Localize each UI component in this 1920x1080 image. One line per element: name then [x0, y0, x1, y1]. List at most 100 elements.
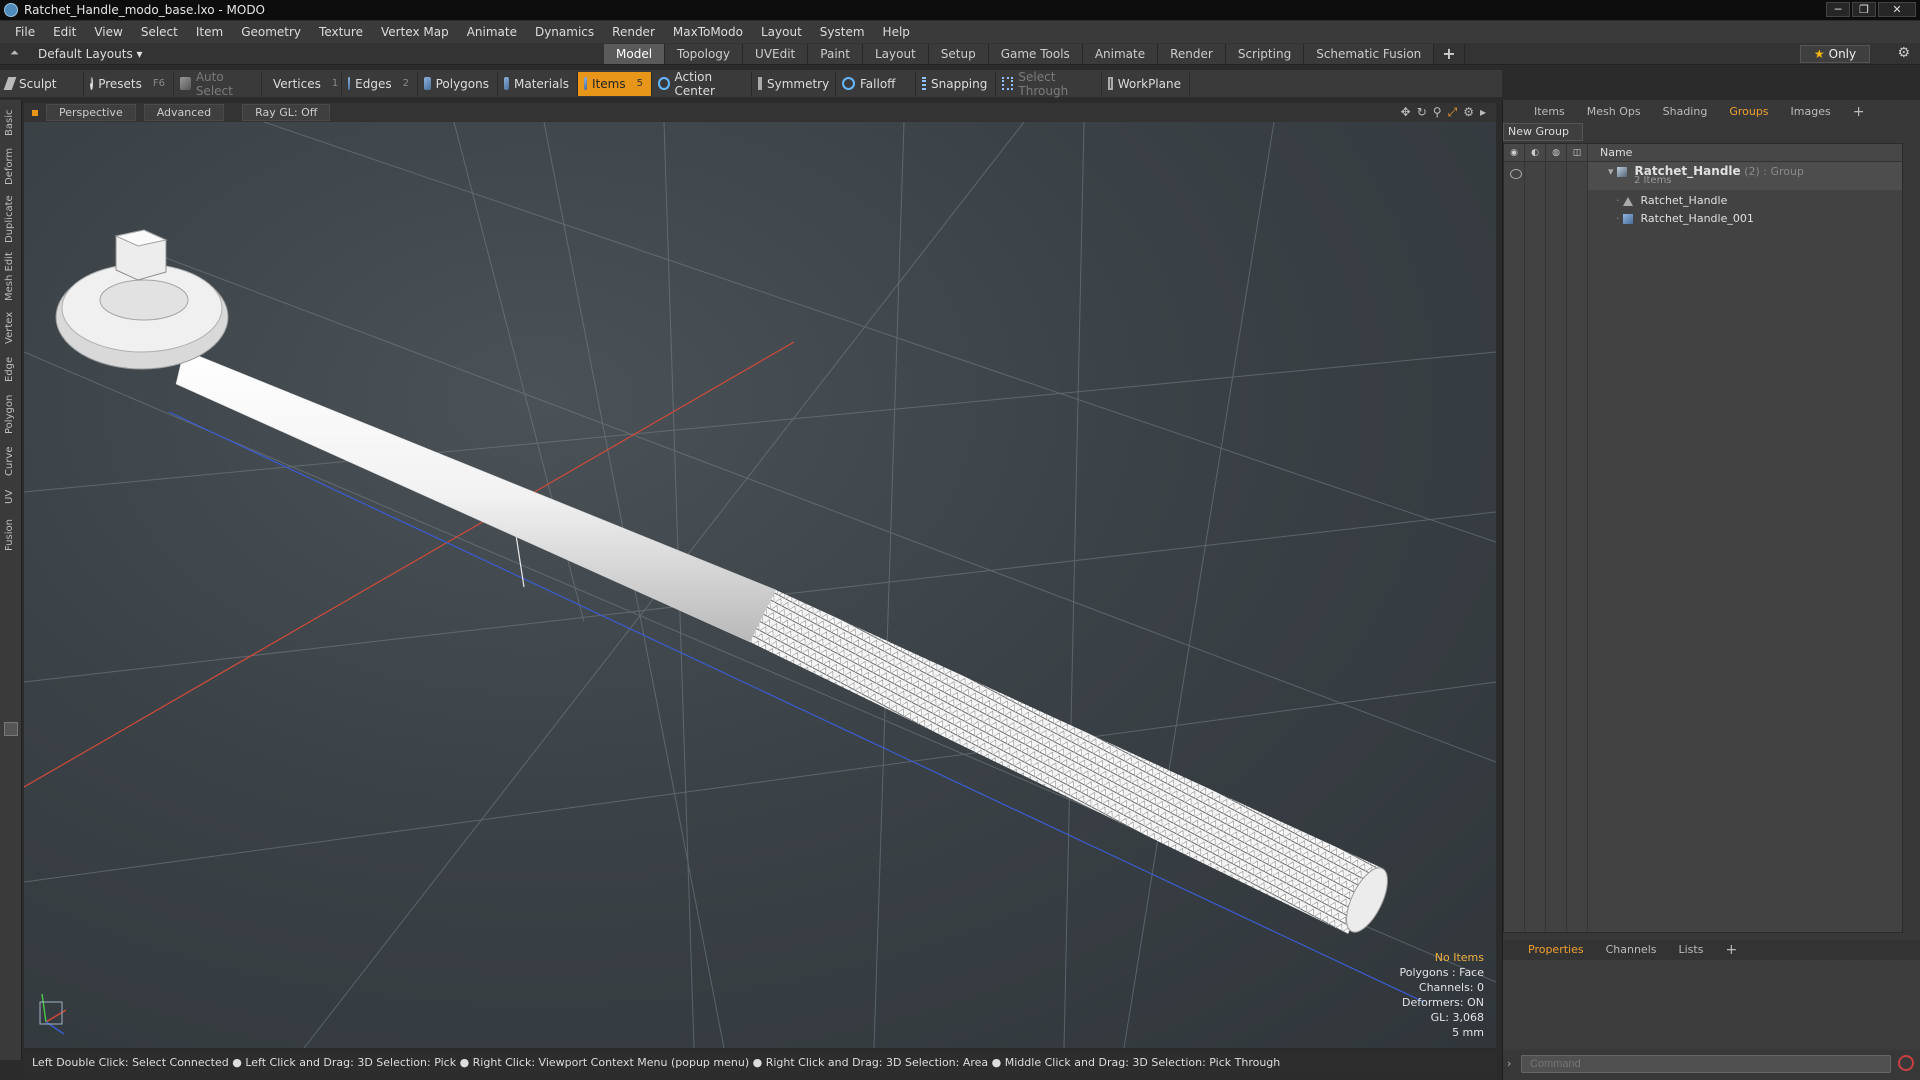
vtab-mesh-edit[interactable]: Mesh Edit [4, 252, 18, 302]
select-column-icon[interactable]: ◫ [1567, 143, 1588, 162]
tree-item-ratchet-handle-001[interactable]: · Ratchet_Handle_001 [1588, 210, 1902, 228]
menu-system[interactable]: System [811, 25, 874, 39]
add-properties-tab-button[interactable]: + [1714, 940, 1748, 960]
vtab-duplicate[interactable]: Duplicate [4, 194, 18, 244]
vtab-uv[interactable]: UV [4, 486, 18, 508]
auto-select-button[interactable]: Auto Select [174, 70, 262, 98]
command-input[interactable] [1521, 1055, 1891, 1073]
expand-arrow-icon[interactable]: ▾ [1608, 165, 1614, 178]
rotate-icon[interactable]: ↻ [1417, 105, 1427, 120]
new-group-button[interactable]: New Group [1503, 123, 1583, 141]
toolbox-toggle-button[interactable] [4, 722, 18, 736]
maximize-button[interactable]: ❐ [1852, 2, 1876, 17]
select-through-button[interactable]: Select Through [996, 70, 1102, 98]
polygons-button[interactable]: Polygons [418, 71, 498, 96]
info-channels: Channels: 0 [1418, 981, 1484, 994]
3d-viewport[interactable]: No Items Polygons : Face Channels: 0 Def… [24, 122, 1496, 1048]
tree-item-ratchet-handle[interactable]: · Ratchet_Handle [1588, 192, 1902, 210]
vertices-button[interactable]: Vertices 1 [262, 71, 342, 96]
tab-model[interactable]: Model [604, 44, 666, 64]
right-panel-tabs: Items Mesh Ops Shading Groups Images + [1503, 102, 1920, 122]
tab-paint[interactable]: Paint [808, 44, 863, 64]
materials-button[interactable]: Materials [498, 71, 578, 96]
menu-layout[interactable]: Layout [752, 25, 811, 39]
menu-item[interactable]: Item [187, 25, 232, 39]
vtab-curve[interactable]: Curve [4, 444, 18, 478]
tab-items[interactable]: Items [1523, 102, 1576, 122]
tab-shading[interactable]: Shading [1652, 102, 1719, 122]
action-center-button[interactable]: Action Center [652, 70, 752, 98]
zoom-icon[interactable]: ⚲ [1433, 105, 1442, 120]
vtab-deform[interactable]: Deform [4, 146, 18, 186]
pan-icon[interactable]: ✥ [1401, 105, 1411, 120]
raygl-button[interactable]: Ray GL: Off [242, 104, 331, 121]
viewport-settings-icon[interactable]: ⚙ [1463, 105, 1474, 120]
vtab-fusion[interactable]: Fusion [4, 516, 18, 554]
tab-setup[interactable]: Setup [928, 44, 989, 64]
shading-mode-button[interactable]: Advanced [143, 104, 225, 121]
group-row[interactable]: ▾ Ratchet_Handle (2) : Group 2 Items [1588, 162, 1902, 190]
view-type-button[interactable]: Perspective [46, 104, 136, 121]
tab-mesh-ops[interactable]: Mesh Ops [1576, 102, 1652, 122]
tab-animate[interactable]: Animate [1082, 44, 1159, 64]
tab-layout[interactable]: Layout [862, 44, 929, 64]
modo-app-icon [4, 3, 18, 17]
lock-column-icon[interactable]: ◍ [1546, 143, 1567, 162]
items-button[interactable]: Items 5 [578, 71, 652, 96]
menu-animate[interactable]: Animate [458, 25, 526, 39]
snapping-button[interactable]: Snapping [916, 71, 996, 96]
gear-icon[interactable]: ⚙ [1897, 45, 1910, 61]
viewport-more-icon[interactable]: ▸ [1480, 105, 1486, 120]
name-column-header[interactable]: Name [1588, 146, 1632, 159]
vtab-basic[interactable]: Basic [4, 106, 18, 140]
tab-schematic-fusion[interactable]: Schematic Fusion [1304, 44, 1435, 64]
menu-view[interactable]: View [85, 25, 131, 39]
main-toolbar: Sculpt Presets F6 Auto Select Vertices 1 E… [0, 69, 1502, 98]
menu-texture[interactable]: Texture [310, 25, 372, 39]
minimize-button[interactable]: ─ [1826, 2, 1850, 17]
menu-edit[interactable]: Edit [44, 25, 85, 39]
tab-render[interactable]: Render [1158, 44, 1226, 64]
tab-scripting[interactable]: Scripting [1225, 44, 1305, 64]
menu-dynamics[interactable]: Dynamics [526, 25, 603, 39]
command-history-icon[interactable] [1898, 1055, 1914, 1071]
tab-topology[interactable]: Topology [665, 44, 744, 64]
menu-render[interactable]: Render [603, 25, 664, 39]
vtab-edge[interactable]: Edge [4, 354, 18, 384]
group-visibility-eye-icon[interactable] [1510, 169, 1522, 179]
menu-select[interactable]: Select [132, 25, 187, 39]
falloff-button[interactable]: Falloff [836, 71, 916, 96]
symmetry-button[interactable]: Symmetry [752, 71, 836, 96]
tab-uvedit[interactable]: UVEdit [743, 44, 809, 64]
tab-properties[interactable]: Properties [1517, 940, 1595, 960]
render-column-icon[interactable]: ◐ [1525, 143, 1546, 162]
layout-bar: ⏶ Default Layouts ▾ Model Topology UVEdi… [0, 43, 1920, 65]
menu-file[interactable]: File [6, 25, 44, 39]
sculpt-button[interactable]: Sculpt [0, 71, 84, 96]
presets-button[interactable]: Presets F6 [84, 71, 174, 96]
close-button[interactable]: ✕ [1878, 2, 1916, 17]
add-panel-tab-button[interactable]: + [1842, 102, 1876, 122]
sculpt-label: Sculpt [19, 76, 57, 91]
tab-game-tools[interactable]: Game Tools [988, 44, 1083, 64]
fit-icon[interactable]: ⤢ [1448, 105, 1458, 120]
workplane-button[interactable]: WorkPlane [1102, 71, 1190, 96]
command-expand-icon[interactable]: › [1507, 1057, 1511, 1070]
layout-collapse-icon[interactable]: ⏶ [10, 46, 19, 60]
layout-dropdown[interactable]: Default Layouts ▾ [38, 47, 143, 61]
menu-maxtomodo[interactable]: MaxToModo [664, 25, 752, 39]
visibility-column-icon[interactable]: ◉ [1504, 143, 1525, 162]
edges-button[interactable]: Edges 2 [342, 71, 418, 96]
tab-groups[interactable]: Groups [1718, 102, 1779, 122]
tab-lists[interactable]: Lists [1668, 940, 1715, 960]
tab-channels[interactable]: Channels [1595, 940, 1668, 960]
viewport-menu-icon[interactable] [32, 109, 38, 116]
tab-images[interactable]: Images [1780, 102, 1842, 122]
menu-vertex-map[interactable]: Vertex Map [372, 25, 458, 39]
vtab-vertex[interactable]: Vertex [4, 310, 18, 346]
vtab-polygon[interactable]: Polygon [4, 392, 18, 436]
add-tab-button[interactable]: + [1434, 44, 1465, 64]
menu-help[interactable]: Help [874, 25, 919, 39]
only-button[interactable]: ★ Only [1800, 45, 1870, 63]
menu-geometry[interactable]: Geometry [232, 25, 310, 39]
